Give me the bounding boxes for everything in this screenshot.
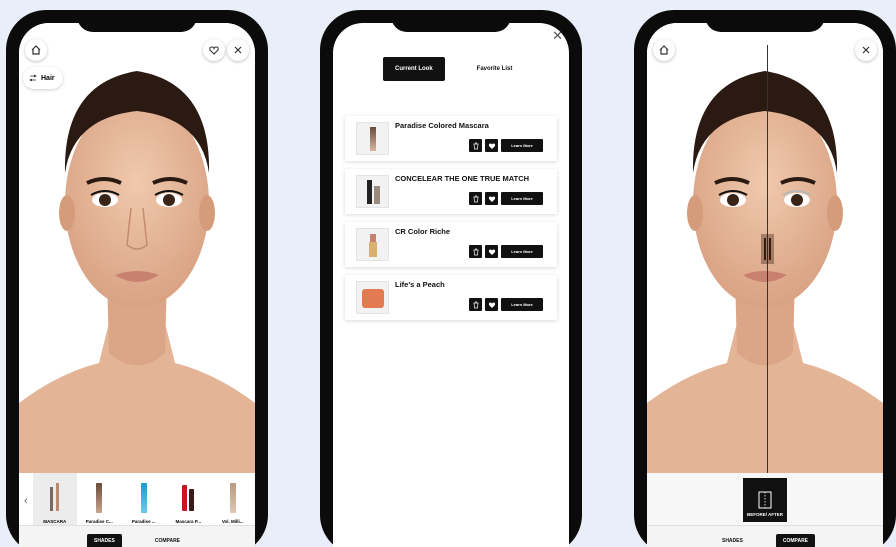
product-card: Life's a Peach Learn More [345,275,557,320]
product-thumbnail [356,228,389,261]
phone-shades: Hair ‹ MASCARA Paradise C... Paradise ..… [6,10,268,547]
mascara-tube-icon [226,483,240,513]
favorite-list-button[interactable] [203,39,225,61]
before-after-panel: BEFORE/ AFTER [647,473,883,526]
home-button[interactable] [653,39,675,61]
mascara-tube-icon [181,483,195,513]
home-icon [31,45,41,55]
close-icon [862,46,870,54]
before-after-button[interactable]: BEFORE/ AFTER [743,477,787,522]
tab-shades[interactable]: SHADES [86,533,122,547]
face-camera-view [19,23,255,473]
close-button[interactable] [855,39,877,61]
phone-notch [705,10,825,32]
heart-list-icon [209,46,219,55]
tab-favorite-list[interactable]: Favorite List [465,57,525,81]
favorite-button[interactable] [485,245,498,258]
product-thumbnail [356,175,389,208]
product-card: CR Color Riche Learn More [345,222,557,267]
mascara-category-icon [48,483,62,513]
product-name: CR Color Riche [395,227,451,236]
home-icon [659,45,669,55]
product-label: Paradise ... [131,519,156,524]
split-compare-icon [758,491,772,509]
tab-current-look[interactable]: Current Look [383,57,445,81]
learn-more-button[interactable]: Learn More [501,192,543,205]
trash-icon [473,301,478,308]
heart-icon [488,249,495,255]
phone-screen: Hair ‹ MASCARA Paradise C... Paradise ..… [19,23,255,547]
product-label: MASCARA [43,519,67,524]
hair-label: Hair [41,74,55,82]
home-button[interactable] [25,39,47,61]
product-item[interactable]: Paradise ... [122,473,166,528]
tab-compare[interactable]: COMPARE [148,534,187,547]
heart-icon [488,143,495,149]
hair-toggle-button[interactable]: Hair [23,67,63,89]
trash-icon [473,142,478,149]
bottom-tabs: SHADES COMPARE [647,525,883,547]
model-face-image [19,23,255,473]
product-item[interactable]: Paradise C... [77,473,121,528]
chevron-left-icon[interactable]: ‹ [19,495,33,507]
product-item[interactable]: Mascara P... [166,473,210,528]
close-icon[interactable]: ✕ [552,29,563,42]
trash-icon [473,195,478,202]
product-thumbnail [356,281,389,314]
tab-shades[interactable]: SHADES [715,534,750,547]
product-card: CONCELEAR THE ONE TRUE MATCH Learn More [345,169,557,214]
favorite-button[interactable] [485,298,498,311]
learn-more-button[interactable]: Learn More [501,139,543,152]
delete-button[interactable] [469,139,482,152]
learn-more-button[interactable]: Learn More [501,298,543,311]
heart-icon [488,196,495,202]
close-button[interactable] [227,39,249,61]
look-tabs: Current Look Favorite List [383,57,524,81]
product-item-mascara[interactable]: MASCARA [32,473,78,528]
phone-screen: ✕ Current Look Favorite List Paradise Co… [333,23,569,547]
phone-look-list: ✕ Current Look Favorite List Paradise Co… [320,10,582,547]
product-name: Life's a Peach [395,280,445,289]
product-item[interactable]: Vol. Milli... [210,473,254,528]
product-label: Paradise C... [85,519,113,524]
phone-notch [77,10,197,32]
mascara-tube-icon [137,483,151,513]
phone-screen: BEFORE/ AFTER SHADES COMPARE [647,23,883,547]
product-label: Vol. Milli... [221,519,244,524]
tab-compare[interactable]: COMPARE [775,533,816,547]
phone-compare: BEFORE/ AFTER SHADES COMPARE [634,10,896,547]
product-name: Paradise Colored Mascara [395,121,489,130]
favorite-button[interactable] [485,192,498,205]
trash-icon [473,248,478,255]
heart-icon [488,302,495,308]
bottom-tabs: SHADES COMPARE [19,525,255,547]
product-list: Paradise Colored Mascara Learn More CONC… [345,116,557,328]
close-icon [234,46,242,54]
mascara-tube-icon [92,483,106,513]
swap-icon [29,74,37,82]
phone-notch [391,10,511,32]
compare-drag-handle[interactable] [761,234,774,264]
delete-button[interactable] [469,245,482,258]
before-after-label: BEFORE/ AFTER [746,511,784,517]
product-name: CONCELEAR THE ONE TRUE MATCH [395,174,530,183]
favorite-button[interactable] [485,139,498,152]
product-card: Paradise Colored Mascara Learn More [345,116,557,161]
product-thumbnail [356,122,389,155]
delete-button[interactable] [469,192,482,205]
product-label: Mascara P... [175,519,201,524]
product-strip: ‹ MASCARA Paradise C... Paradise ... Mas… [19,473,255,528]
learn-more-button[interactable]: Learn More [501,245,543,258]
delete-button[interactable] [469,298,482,311]
